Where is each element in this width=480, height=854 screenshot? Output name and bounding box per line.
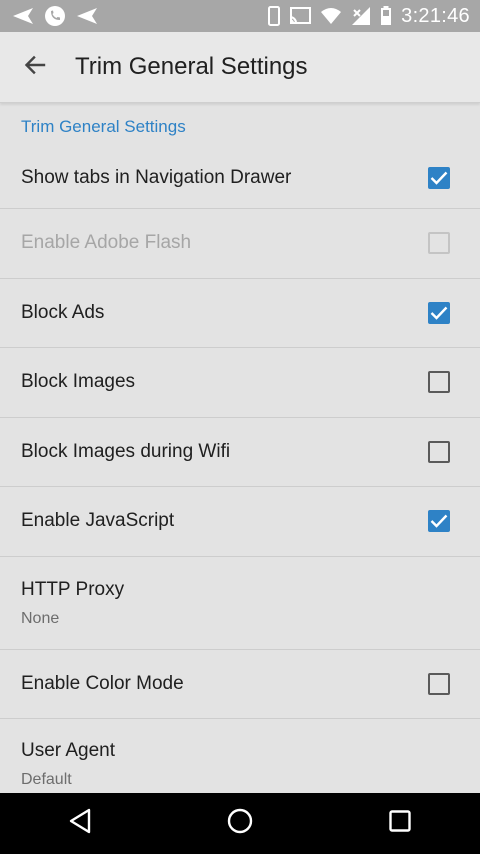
checkbox-unchecked[interactable] xyxy=(428,672,450,695)
setting-block-ads[interactable]: Block Ads xyxy=(0,279,480,348)
checkbox-unchecked[interactable] xyxy=(428,440,450,463)
checkbox-checked[interactable] xyxy=(428,166,450,189)
settings-list[interactable]: Trim General Settings Show tabs in Navig… xyxy=(0,103,480,793)
checkbox-checked[interactable] xyxy=(428,510,450,533)
nav-home-button[interactable] xyxy=(210,794,270,854)
settings-category-title: Trim General Settings xyxy=(21,117,186,136)
navigation-bar xyxy=(0,793,480,854)
setting-enable-color-mode[interactable]: Enable Color Mode xyxy=(0,650,480,719)
app-bar: Trim General Settings xyxy=(0,32,480,103)
page-title: Trim General Settings xyxy=(75,53,308,80)
nav-back-button[interactable] xyxy=(50,794,110,854)
nav-recents-button[interactable] xyxy=(370,794,430,854)
setting-label: User Agent xyxy=(21,740,115,761)
setting-summary: Default xyxy=(21,771,72,788)
battery-icon xyxy=(380,6,392,26)
wifi-icon xyxy=(320,7,342,25)
recents-square-icon xyxy=(388,809,412,838)
send-icon xyxy=(76,7,98,25)
checkbox-unchecked[interactable] xyxy=(428,371,450,394)
back-button[interactable] xyxy=(17,49,53,85)
setting-user-agent[interactable]: User Agent Default xyxy=(0,719,480,793)
setting-summary: None xyxy=(21,609,60,627)
home-circle-icon xyxy=(226,807,254,840)
cast-icon xyxy=(289,7,312,25)
setting-enable-adobe-flash: Enable Adobe Flash xyxy=(0,209,480,279)
setting-block-images-during-wifi[interactable]: Block Images during Wifi xyxy=(0,418,480,487)
status-time: 3:21:46 xyxy=(401,4,470,27)
setting-enable-javascript[interactable]: Enable JavaScript xyxy=(0,487,480,557)
phone-icon xyxy=(44,5,66,27)
setting-show-tabs-in-navigation-drawer[interactable]: Show tabs in Navigation Drawer xyxy=(0,147,480,209)
checkbox-disabled xyxy=(428,232,450,255)
signal-icon xyxy=(351,6,371,26)
setting-label: Enable Color Mode xyxy=(21,672,184,694)
setting-label: Block Images during Wifi xyxy=(21,440,231,462)
send-icon xyxy=(12,7,34,25)
setting-label: Enable JavaScript xyxy=(21,510,175,532)
setting-label: HTTP Proxy xyxy=(21,578,125,600)
status-left-icons xyxy=(12,5,98,27)
setting-label: Block Images xyxy=(21,371,136,393)
setting-label: Block Ads xyxy=(21,301,105,323)
back-triangle-icon xyxy=(68,808,92,839)
status-bar: 3:21:46 xyxy=(0,0,480,32)
phone-device-icon xyxy=(268,6,281,26)
setting-http-proxy[interactable]: HTTP Proxy None xyxy=(0,557,480,650)
status-right-icons: 3:21:46 xyxy=(268,5,470,28)
setting-label: Enable Adobe Flash xyxy=(21,232,192,254)
arrow-left-icon xyxy=(23,53,47,82)
checkbox-checked[interactable] xyxy=(428,301,450,324)
setting-label: Show tabs in Navigation Drawer xyxy=(21,166,292,188)
setting-block-images[interactable]: Block Images xyxy=(0,348,480,418)
